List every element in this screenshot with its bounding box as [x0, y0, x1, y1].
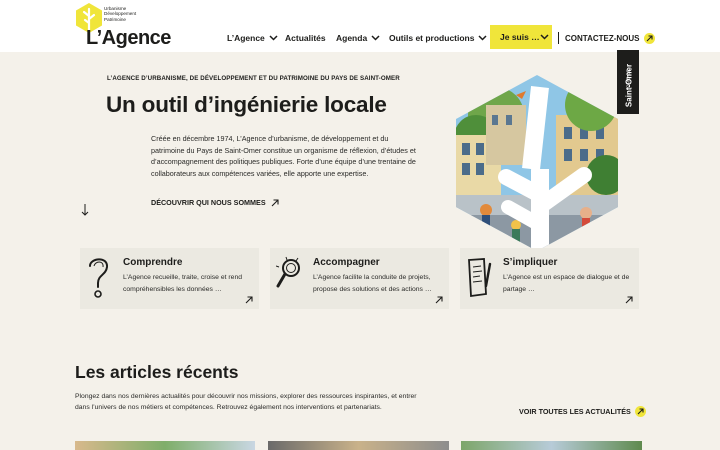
je-suis-label: Je suis … — [500, 32, 540, 42]
article-thumbnail[interactable] — [75, 441, 255, 450]
card-text: L’Agence facilite la conduite de projets… — [313, 274, 432, 293]
card-title: S’impliquer — [503, 257, 558, 268]
magnifier-icon — [276, 256, 300, 288]
card-impliquer[interactable]: S’impliquer L’Agence est un espace de di… — [460, 248, 639, 309]
articles-title: Les articles récents — [75, 362, 239, 382]
chevron-down-icon — [371, 35, 380, 41]
articles-intro: Plongez dans nos dernières actualités po… — [75, 393, 417, 412]
arrow-up-right-icon — [245, 296, 253, 304]
arrow-up-right-icon — [643, 33, 655, 44]
discover-label: DÉCOUVRIR QUI NOUS SOMMES — [151, 198, 266, 207]
nav-divider — [558, 32, 559, 44]
site-header: Urbanisme Développement Patrimoine L’Age… — [0, 0, 720, 52]
question-mark-icon — [89, 258, 108, 298]
page-title: Un outil d’ingénierie locale — [106, 92, 387, 117]
je-suis-dropdown[interactable]: Je suis … — [490, 25, 552, 49]
arrow-up-right-icon — [634, 406, 646, 417]
hero-description: Créée en décembre 1974, L’Agence d’urban… — [151, 134, 416, 178]
agence-logo[interactable]: Urbanisme Développement Patrimoine L’Age… — [76, 3, 171, 49]
article-thumbnail[interactable] — [461, 441, 642, 450]
card-accompagner[interactable]: Accompagner L’Agence facilite la conduit… — [270, 248, 449, 309]
town-illustration — [456, 75, 618, 251]
saint-omer-badge: PAYS DE Saint-Omer — [617, 50, 639, 114]
contact-label: CONTACTEZ-NOUS — [565, 34, 640, 43]
discover-link[interactable]: DÉCOUVRIR QUI NOUS SOMMES — [151, 198, 279, 207]
arrow-down-icon[interactable] — [81, 204, 89, 216]
nav-item-agenda[interactable]: Agenda — [336, 33, 380, 43]
card-text: L’Agence recueille, traite, croise et re… — [123, 274, 243, 293]
nav-label: Agenda — [336, 33, 368, 43]
arrow-up-right-icon — [271, 198, 279, 206]
hero-kicker: L’AGENCE D’URBANISME, DE DÉVELOPPEMENT E… — [107, 75, 400, 82]
card-title: Comprendre — [123, 257, 183, 268]
arrow-up-right-icon — [625, 296, 633, 304]
arrow-up-right-icon — [435, 296, 443, 304]
card-comprendre[interactable]: Comprendre L’Agence recueille, traite, c… — [80, 248, 259, 309]
nav-label: Actualités — [285, 33, 326, 43]
nav-item-actualites[interactable]: Actualités — [285, 33, 326, 43]
card-text: L’Agence est un espace de dialogue et de… — [503, 274, 630, 293]
logo-wordmark: L’Agence — [86, 27, 171, 49]
card-title: Accompagner — [313, 257, 380, 268]
nav-label: Outils et productions — [389, 33, 475, 43]
nav-item-outils[interactable]: Outils et productions — [389, 33, 488, 43]
article-thumbnail[interactable] — [268, 441, 449, 450]
chevron-down-icon — [478, 35, 488, 41]
chevron-down-icon — [269, 35, 278, 41]
all-news-link[interactable]: VOIR TOUTES LES ACTUALITÉS — [519, 406, 646, 417]
nav-item-agence[interactable]: L’Agence — [227, 33, 278, 43]
nav-label: L’Agence — [227, 33, 265, 43]
document-pen-icon — [468, 258, 492, 298]
logo-tagline: Urbanisme Développement Patrimoine — [104, 6, 137, 22]
all-news-label: VOIR TOUTES LES ACTUALITÉS — [519, 407, 631, 416]
contact-link[interactable]: CONTACTEZ-NOUS — [565, 33, 655, 44]
chevron-down-icon — [540, 34, 549, 40]
badge-big-text: Saint-Omer — [624, 63, 634, 108]
